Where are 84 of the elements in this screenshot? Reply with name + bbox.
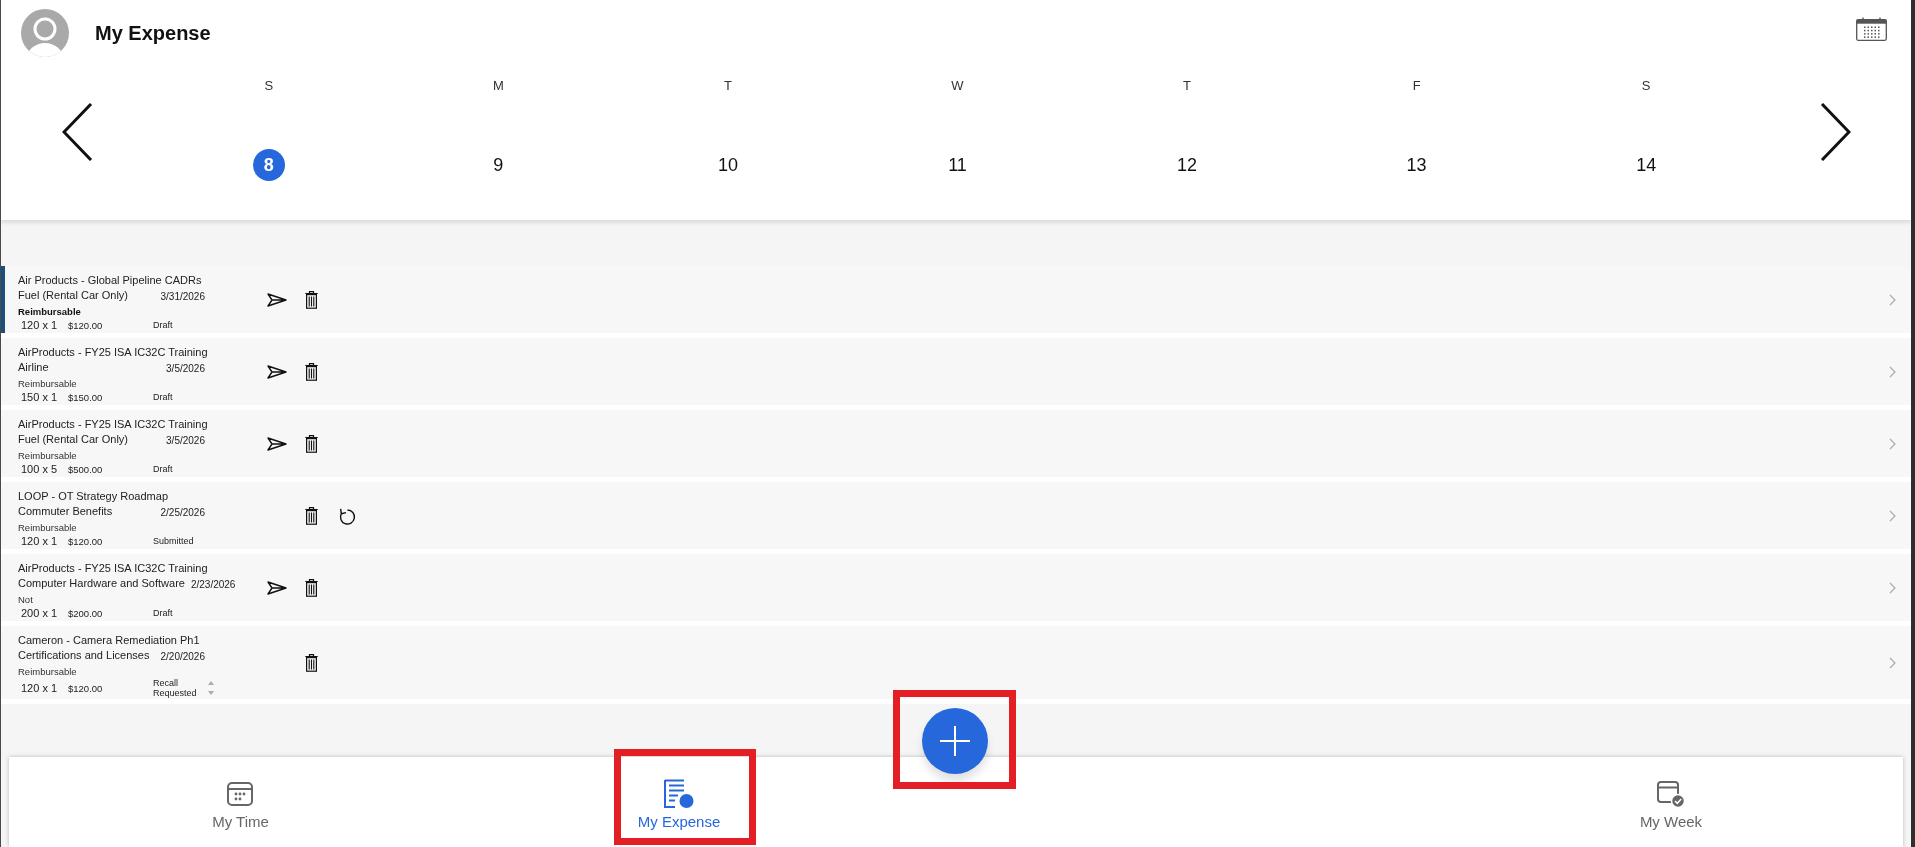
quantity-text: 200 x 1	[21, 606, 59, 620]
send-icon[interactable]	[267, 580, 287, 595]
reimbursement-type: Reimbursable	[18, 521, 78, 534]
expense-category: Commuter Benefits	[18, 504, 113, 519]
date-button[interactable]: 9	[482, 149, 515, 181]
expense-category: Computer Hardware and Software	[18, 576, 185, 591]
date-button[interactable]: 12	[1171, 149, 1204, 181]
plus-icon	[940, 726, 970, 756]
status-text: Draft	[153, 392, 174, 402]
chevron-right-icon	[1889, 581, 1896, 594]
status-text: Draft	[153, 464, 174, 474]
reimbursement-type: Reimbursable	[18, 305, 82, 318]
reimbursement-type: Reimbursable	[18, 377, 78, 390]
project-name: AirProducts - FY25 ISA IC32C Training	[18, 345, 209, 360]
expense-date: 2/23/2026	[190, 578, 236, 591]
delete-icon[interactable]	[305, 362, 318, 381]
expense-date: 2/25/2026	[160, 506, 205, 519]
amount-text: $150.00	[68, 391, 104, 404]
amount-text: $200.00	[68, 607, 104, 620]
nav-tab[interactable]: My Expense	[623, 757, 735, 847]
delete-icon[interactable]	[305, 653, 318, 672]
status-text: Draft	[153, 608, 174, 618]
reimbursement-type: Reimbursable	[18, 665, 78, 678]
quantity-text: 120 x 1	[21, 681, 59, 695]
expense-category: Certifications and Licenses	[18, 648, 150, 663]
weekday-label: S	[264, 77, 274, 95]
date-button[interactable]: 14	[1630, 149, 1663, 181]
amount-text: $120.00	[68, 319, 104, 332]
expense-category: Fuel (Rental Car Only)	[18, 288, 129, 303]
nav-tab[interactable]: My Time	[198, 757, 283, 847]
status-text: Recall Requested	[153, 678, 198, 698]
project-name: Cameron - Camera Remediation Ph1	[18, 633, 201, 648]
expense-date: 2/20/2026	[160, 650, 205, 663]
expense-category: Airline	[18, 360, 49, 375]
page-title: My Expense	[95, 21, 211, 45]
send-icon[interactable]	[267, 436, 287, 451]
expense-date: 3/31/2026	[160, 290, 205, 303]
date-button[interactable]: 10	[711, 149, 744, 181]
status-text: Draft	[153, 320, 174, 330]
send-icon[interactable]	[267, 364, 287, 379]
project-name: AirProducts - FY25 ISA IC32C Training	[18, 561, 209, 576]
amount-text: $120.00	[68, 535, 104, 548]
expense-date: 3/5/2026	[166, 434, 205, 447]
weekday-label: T	[723, 77, 732, 95]
chevron-left-icon[interactable]	[62, 103, 93, 161]
project-name: AirProducts - FY25 ISA IC32C Training	[18, 417, 209, 432]
reimbursement-type: Not	[18, 593, 34, 606]
send-icon[interactable]	[267, 292, 287, 307]
chevron-right-icon	[1889, 656, 1896, 669]
date-button[interactable]: 11	[941, 149, 974, 181]
weekday-label: W	[951, 77, 964, 95]
delete-icon[interactable]	[305, 506, 318, 525]
delete-icon[interactable]	[305, 434, 318, 453]
reimbursement-type: Reimbursable	[18, 449, 78, 462]
delete-icon[interactable]	[305, 290, 318, 309]
expense-date: 3/5/2026	[166, 362, 205, 375]
delete-icon[interactable]	[305, 578, 318, 597]
nav-tab[interactable]: My Week	[1625, 757, 1717, 847]
quantity-text: 120 x 1	[21, 318, 59, 332]
quantity-text: 120 x 1	[21, 534, 59, 548]
date-button[interactable]: 8	[252, 149, 285, 181]
quantity-text: 100 x 5	[21, 462, 59, 476]
amount-text: $500.00	[68, 463, 104, 476]
chevron-right-icon	[1889, 437, 1896, 450]
chevron-right-icon	[1889, 293, 1896, 306]
weekday-label: T	[1183, 77, 1192, 95]
expense-list-icon	[663, 779, 695, 809]
chevron-right-icon	[1889, 365, 1896, 378]
quantity-text: 150 x 1	[21, 390, 59, 404]
expense-row[interactable]: Air Products - Global Pipeline CADRs Fuel (Rental Car Only) 3/31/2026 Reimbursable 120 x 1 $120.00 Draft	[1, 266, 1911, 338]
amount-text: $120.00	[68, 682, 104, 695]
project-name: Air Products - Global Pipeline CADRs	[18, 273, 203, 288]
weekday-label: M	[492, 77, 504, 95]
chevron-right-icon[interactable]	[1820, 103, 1852, 161]
expense-category: Fuel (Rental Car Only)	[18, 432, 129, 447]
date-button[interactable]: 13	[1400, 149, 1433, 181]
status-text: Submitted	[153, 536, 195, 546]
chevron-right-icon	[1889, 509, 1896, 522]
calendar-icon[interactable]	[1856, 17, 1887, 41]
project-name: LOOP - OT Strategy Roadmap	[18, 489, 169, 504]
calendar-icon	[227, 782, 254, 806]
weekday-label: F	[1412, 77, 1421, 95]
weekday-label: S	[1641, 77, 1651, 95]
calendar-check-icon	[1657, 780, 1685, 808]
